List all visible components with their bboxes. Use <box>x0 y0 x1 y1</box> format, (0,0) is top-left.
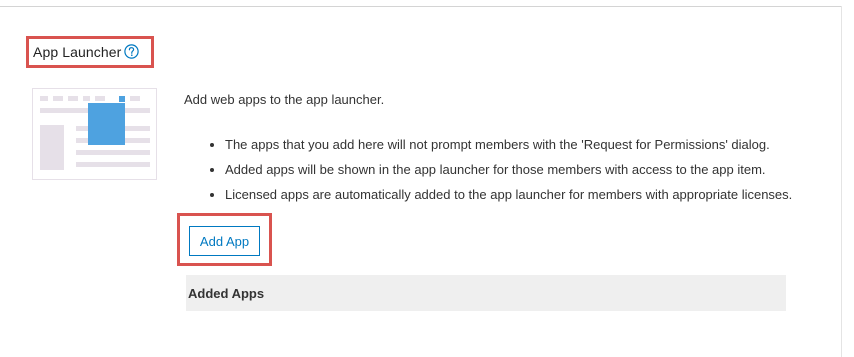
app-launcher-heading-highlight: App Launcher <box>26 36 154 68</box>
bullet-item: Licensed apps are automatically added to… <box>210 187 792 212</box>
top-divider <box>0 6 842 7</box>
section-title: App Launcher <box>33 44 122 60</box>
bullet-item: Added apps will be shown in the app laun… <box>210 162 792 187</box>
add-app-button[interactable]: Add App <box>189 226 260 256</box>
added-apps-title: Added Apps <box>188 285 265 301</box>
added-apps-header: Added Apps <box>186 275 786 311</box>
bullet-item: The apps that you add here will not prom… <box>210 137 792 162</box>
help-question-icon[interactable] <box>124 43 140 59</box>
intro-text: Add web apps to the app launcher. <box>184 92 385 107</box>
right-divider <box>841 6 842 357</box>
info-bullet-list: The apps that you add here will not prom… <box>210 137 792 212</box>
app-launcher-illustration <box>32 88 157 185</box>
